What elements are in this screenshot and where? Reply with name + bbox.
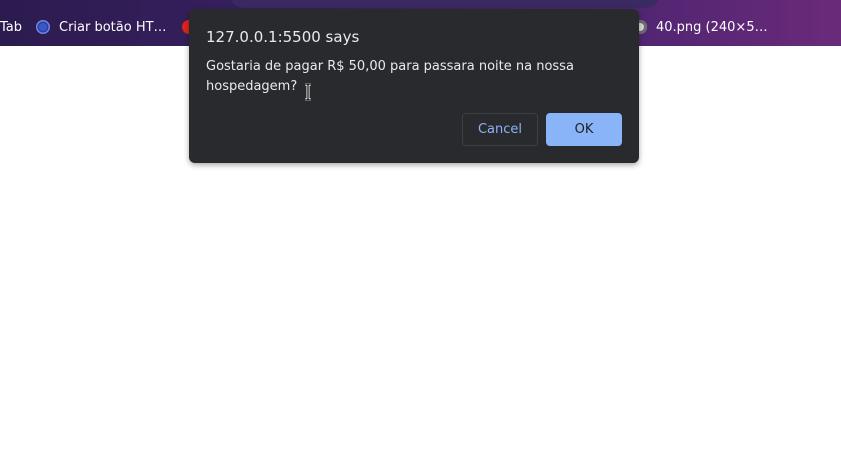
bookmark-label: Criar botão HT… [59,19,167,35]
globe-icon [36,20,50,34]
bookmark-label: 40.png (240×5… [656,19,768,35]
confirm-dialog: 127.0.0.1:5500 says Gostaria de pagar R$… [189,9,639,163]
ok-button[interactable]: OK [546,113,622,146]
dialog-message: Gostaria de pagar R$ 50,00 para passara … [206,59,574,94]
cancel-button[interactable]: Cancel [462,113,538,146]
bookmark-label: Tab [0,19,23,35]
bookmark-tab[interactable]: Tab [0,17,22,37]
address-bar-edge [230,0,660,8]
bookmark-40-png[interactable]: 40.png (240×5… [633,17,768,37]
dialog-title: 127.0.0.1:5500 says [206,28,360,46]
bookmark-criar-botao[interactable]: Criar botão HT… [36,17,167,37]
text-cursor-icon [305,83,311,101]
